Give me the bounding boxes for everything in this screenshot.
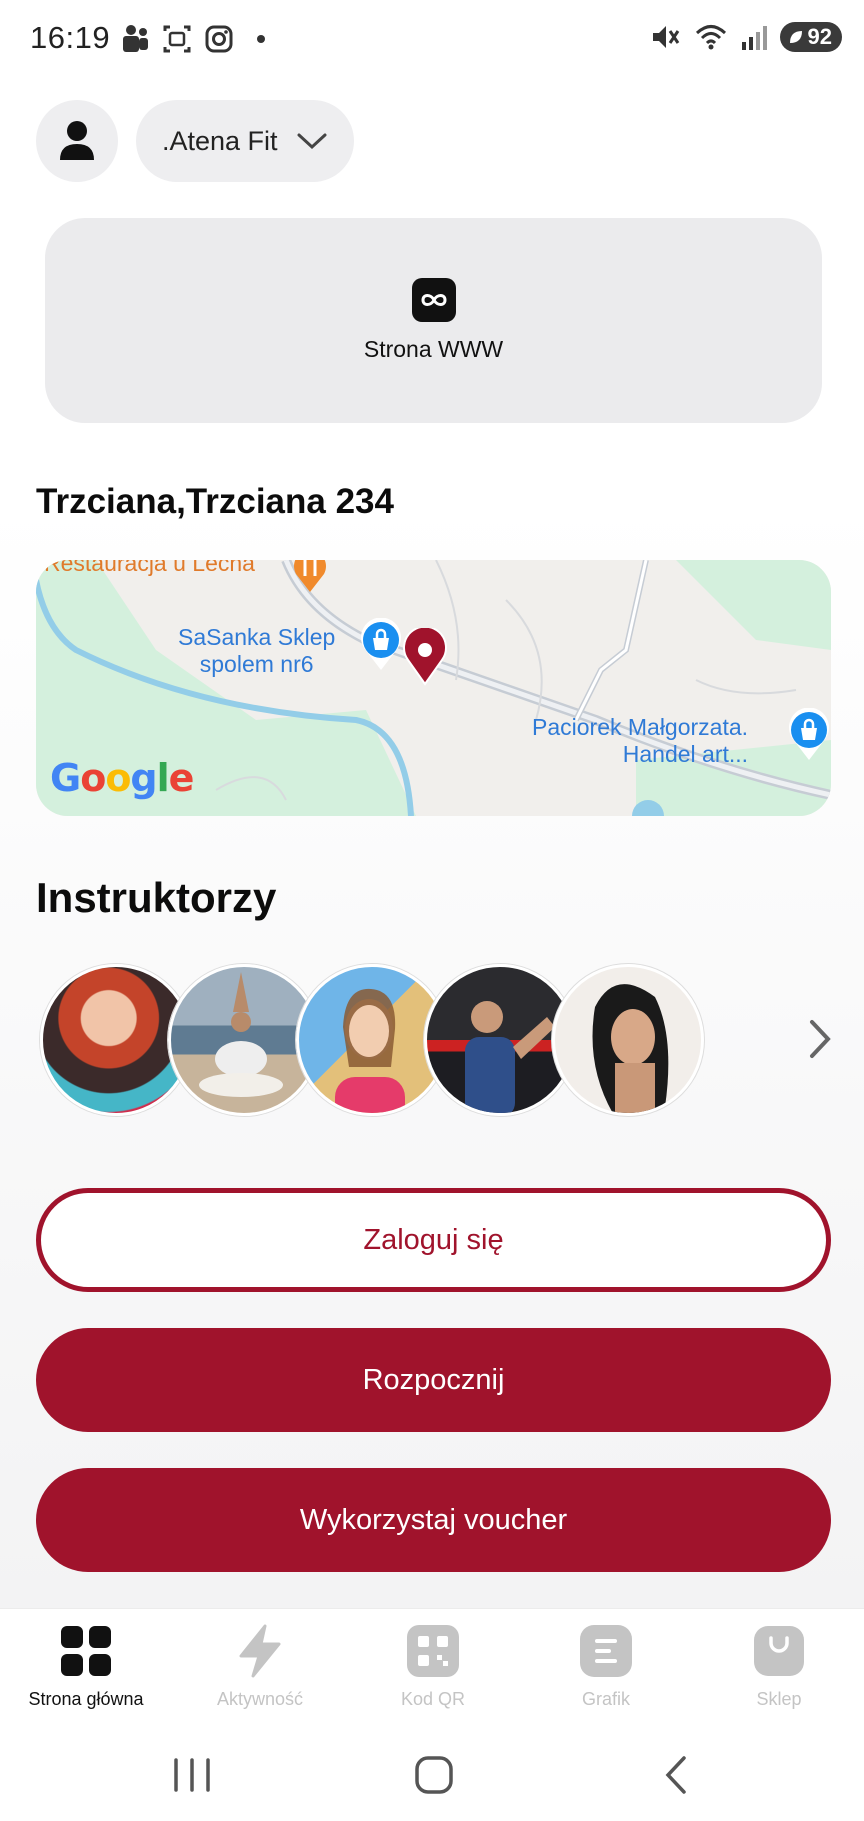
website-label: Strona WWW [363,336,504,362]
teams-icon [123,25,148,52]
user-icon [60,121,94,160]
instructors-list [40,964,760,1116]
dashboard-icon [58,1623,114,1679]
status-time: 16:19 [30,20,111,55]
shop-marker-icon [361,618,401,670]
home-system-icon[interactable] [404,1750,464,1800]
google-logo: Google [50,756,194,800]
shopping-bag-icon [751,1623,807,1679]
voucher-button[interactable]: Wykorzystaj voucher [36,1468,831,1572]
notification-icons [120,22,276,56]
qr-code-icon [405,1623,461,1679]
location-map[interactable]: Restauracja u Lecha SaSanka Sklep spolem… [36,560,831,816]
club-name: .Atena Fit [162,125,278,156]
wifi-icon [695,25,726,50]
status-bar: 16:19 92 [0,0,864,80]
location-pin-icon [403,628,447,686]
signal-icon [741,26,767,50]
nav-shop[interactable]: Sklep [704,1623,854,1710]
login-button[interactable]: Zaloguj się [36,1188,831,1292]
club-address: Trzciana,Trzciana 234 [36,482,394,521]
nav-label: Sklep [756,1689,802,1709]
chevron-right-icon[interactable] [802,1016,838,1062]
profile-button[interactable] [36,100,118,182]
leaf-icon [789,31,802,43]
instructors-title: Instruktorzy [36,874,277,921]
system-status-icons: 92 [650,20,842,54]
instagram-icon [205,25,233,53]
battery-level: 92 [807,24,832,49]
map-place-label: SaSanka Sklep spolem nr6 [178,624,336,677]
start-button[interactable]: Rozpocznij [36,1328,831,1432]
link-icon [411,278,456,322]
nav-label: Kod QR [400,1689,466,1709]
restaurant-marker-icon [294,560,326,592]
schedule-icon [578,1623,634,1679]
nav-activity[interactable]: Aktywność [185,1623,335,1710]
club-selector[interactable]: .Atena Fit [136,100,354,182]
nav-label: Grafik [581,1689,630,1709]
battery-indicator: 92 [779,22,842,52]
chevron-down-icon [297,133,327,150]
instructor-avatar[interactable] [552,964,704,1116]
map-place-label: Paciorek Małgorzata. Handel art... [532,714,749,767]
system-navigation [0,1726,864,1821]
lightning-icon [232,1623,288,1679]
nav-qr-code[interactable]: Kod QR [358,1623,508,1710]
nav-label: Aktywność [216,1689,304,1709]
vibrate-mute-icon [652,26,679,48]
nav-label: Strona główna [28,1689,144,1709]
dot-icon [257,35,265,43]
nav-schedule[interactable]: Grafik [531,1623,681,1710]
shop-marker-icon [789,708,829,760]
website-card[interactable]: Strona WWW [45,218,822,423]
nav-home[interactable]: Strona główna [11,1623,161,1710]
back-icon[interactable] [646,1750,706,1800]
recent-apps-icon[interactable] [162,1750,222,1800]
map-place-label: Restauracja u Lecha [44,560,255,576]
bottom-navigation: Strona główna Aktywność Kod QR Grafik Sk… [0,1608,864,1726]
screenshot-icon [163,25,191,53]
